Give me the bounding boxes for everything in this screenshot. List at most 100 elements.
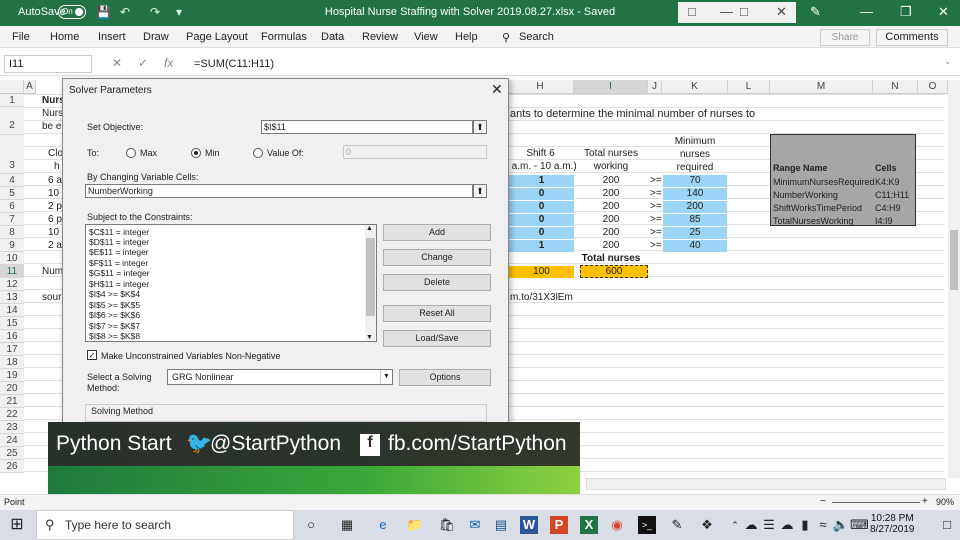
range-name-header[interactable]: Range Name bbox=[773, 163, 828, 173]
col-header-m[interactable]: M bbox=[770, 80, 873, 94]
save-icon[interactable]: 💾 bbox=[96, 5, 111, 19]
range-name[interactable]: TotalNursesWorking bbox=[773, 216, 853, 226]
wifi-icon[interactable]: ≈ bbox=[814, 516, 832, 534]
row-header[interactable]: 19 bbox=[0, 369, 24, 382]
range-cells[interactable]: C11:H11 bbox=[875, 190, 909, 200]
constraint-item[interactable]: $E$11 = integer bbox=[89, 247, 149, 257]
row-header[interactable]: 9 bbox=[0, 239, 24, 252]
row-header[interactable]: 11 bbox=[0, 265, 24, 278]
insert-function-icon[interactable]: fx bbox=[164, 56, 173, 70]
edge-icon[interactable]: e bbox=[374, 516, 392, 534]
cell-h9[interactable]: 1 bbox=[509, 240, 574, 252]
min-radio[interactable] bbox=[191, 148, 201, 158]
value-of-input[interactable]: 0 bbox=[343, 145, 487, 159]
changing-cells-input[interactable]: NumberWorking bbox=[85, 184, 473, 198]
cell-i11-selected[interactable]: 600 bbox=[580, 265, 648, 278]
constraint-item[interactable]: $I$8 >= $K$8 bbox=[89, 331, 140, 341]
row-header[interactable]: 17 bbox=[0, 343, 24, 356]
range-cells[interactable]: C4:H9 bbox=[875, 203, 901, 213]
row-header[interactable]: 1 bbox=[0, 94, 24, 107]
collapse-objective-icon[interactable]: ⬆ bbox=[473, 120, 487, 134]
onedrive-icon[interactable]: ☁ bbox=[778, 516, 796, 534]
row-header[interactable]: 16 bbox=[0, 330, 24, 343]
row-header[interactable]: 2 bbox=[0, 107, 24, 135]
close-icon[interactable]: ✕ bbox=[776, 4, 787, 20]
cell-h5[interactable]: 0 bbox=[509, 188, 574, 200]
minimize-icon[interactable]: — bbox=[720, 4, 733, 19]
row-header[interactable]: 10 bbox=[0, 252, 24, 265]
keyboard-icon[interactable]: ⌨ bbox=[850, 516, 869, 534]
excel-icon[interactable]: X bbox=[580, 516, 598, 534]
tab-review[interactable]: Review bbox=[362, 31, 398, 43]
cell-j5[interactable]: >= bbox=[650, 188, 662, 199]
cell-b3[interactable]: Clo bbox=[48, 148, 63, 159]
horizontal-scrollbar[interactable] bbox=[586, 478, 946, 490]
row-header[interactable]: 4 bbox=[0, 174, 24, 187]
cell-k3[interactable]: Minimum bbox=[662, 136, 728, 147]
app-icon[interactable]: ▤ bbox=[492, 516, 510, 534]
cell-b13[interactable]: sour bbox=[42, 292, 61, 303]
tools-icon[interactable]: ❖ bbox=[698, 516, 716, 534]
cell-b2[interactable]: Nurs bbox=[42, 108, 63, 119]
constraint-item[interactable]: $C$11 = integer bbox=[89, 227, 149, 237]
notepad-icon[interactable]: ✎ bbox=[668, 516, 686, 534]
row-header[interactable]: 23 bbox=[0, 421, 24, 434]
cell-h3[interactable]: Shift 6 bbox=[507, 148, 574, 159]
pen-icon[interactable]: ✎ bbox=[810, 4, 821, 20]
cell-i8[interactable]: 200 bbox=[574, 227, 648, 238]
tab-help[interactable]: Help bbox=[455, 31, 478, 43]
scroll-thumb[interactable] bbox=[950, 230, 958, 290]
row-header[interactable]: 20 bbox=[0, 382, 24, 395]
select-all[interactable] bbox=[0, 80, 24, 94]
set-objective-input[interactable]: $I$11 bbox=[261, 120, 473, 134]
autosave-toggle[interactable]: On bbox=[58, 5, 86, 19]
change-button[interactable]: Change bbox=[383, 249, 491, 266]
cell-k7[interactable]: 85 bbox=[663, 214, 727, 226]
cell-j8[interactable]: >= bbox=[650, 227, 662, 238]
solving-method-select[interactable]: GRG Nonlinear ▼ bbox=[167, 369, 393, 385]
battery-icon[interactable]: ▮ bbox=[796, 516, 814, 534]
col-header-n[interactable]: N bbox=[873, 80, 918, 94]
tab-formulas[interactable]: Formulas bbox=[261, 31, 307, 43]
constraints-scrollbar[interactable]: ▲ ▼ bbox=[365, 225, 376, 341]
tab-file[interactable]: File bbox=[12, 31, 30, 43]
word-icon[interactable]: W bbox=[520, 516, 538, 534]
maximize-icon[interactable]: □ bbox=[740, 4, 748, 19]
win-restore-icon[interactable]: ❐ bbox=[900, 4, 912, 20]
row-header[interactable]: 26 bbox=[0, 460, 24, 473]
cell-h7[interactable]: 0 bbox=[509, 214, 574, 226]
col-header-i[interactable]: I bbox=[574, 80, 648, 94]
load-save-button[interactable]: Load/Save bbox=[383, 330, 491, 347]
cortana-icon[interactable]: ○ bbox=[302, 516, 320, 534]
close-icon[interactable]: ✕ bbox=[491, 81, 503, 98]
row-header[interactable]: 14 bbox=[0, 304, 24, 317]
constraints-list[interactable]: $C$11 = integer $D$11 = integer $E$11 = … bbox=[85, 224, 377, 342]
tab-data[interactable]: Data bbox=[321, 31, 344, 43]
range-name[interactable]: MinimumNursesRequired bbox=[773, 177, 875, 187]
constraint-item[interactable]: $H$11 = integer bbox=[89, 279, 149, 289]
formula-input[interactable]: =SUM(C11:H11) bbox=[194, 58, 274, 70]
row-header[interactable]: 12 bbox=[0, 278, 24, 291]
collapse-changing-icon[interactable]: ⬆ bbox=[473, 184, 487, 198]
row-header[interactable]: 6 bbox=[0, 200, 24, 213]
ribbon-display-icon[interactable]: □ bbox=[688, 4, 696, 19]
task-view-icon[interactable]: ▦ bbox=[338, 516, 356, 534]
cell-i7[interactable]: 200 bbox=[574, 214, 648, 225]
unconstrained-checkbox[interactable]: ✓ bbox=[87, 350, 97, 360]
scroll-down-icon[interactable]: ▼ bbox=[366, 334, 373, 341]
cell-k8[interactable]: 25 bbox=[663, 227, 727, 239]
tab-draw[interactable]: Draw bbox=[143, 31, 169, 43]
max-radio[interactable] bbox=[126, 148, 136, 158]
delete-button[interactable]: Delete bbox=[383, 274, 491, 291]
chevron-down-icon[interactable]: ▼ bbox=[380, 370, 392, 384]
constraint-item[interactable]: $I$4 >= $K$4 bbox=[89, 289, 140, 299]
cancel-icon[interactable]: ✕ bbox=[112, 56, 122, 70]
customize-icon[interactable]: ▾ bbox=[176, 5, 182, 19]
cell-i4[interactable]: 200 bbox=[574, 175, 648, 186]
row-header[interactable]: 22 bbox=[0, 408, 24, 421]
name-box[interactable]: I11 bbox=[4, 55, 92, 73]
range-name[interactable]: ShiftWorksTimePeriod bbox=[773, 203, 862, 213]
notifications-icon[interactable]: □ bbox=[938, 516, 956, 534]
share-button[interactable]: Share bbox=[820, 29, 870, 46]
enter-icon[interactable]: ✓ bbox=[138, 56, 148, 70]
